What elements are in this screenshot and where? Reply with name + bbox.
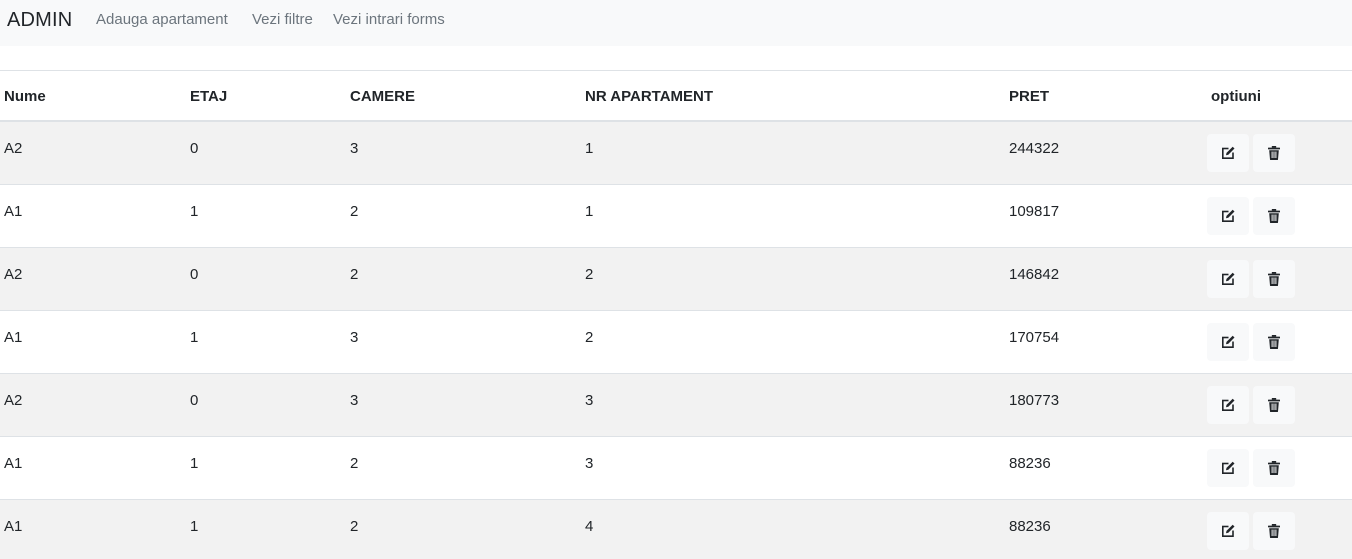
trash-icon xyxy=(1266,334,1282,350)
cell-name: A2 xyxy=(4,391,23,409)
table-body: A2 0 3 1 244322 A1 1 2 1 109817 A2 0 2 2 146842 A1 1 3 2 17… xyxy=(0,121,1352,559)
trash-icon xyxy=(1266,145,1282,161)
delete-button[interactable] xyxy=(1253,134,1295,172)
cell-name: A2 xyxy=(4,265,23,283)
cell-name: A1 xyxy=(4,328,23,346)
cell-rooms: 3 xyxy=(350,391,359,409)
edit-icon xyxy=(1220,523,1236,539)
nav-link-add-apartment[interactable]: Adauga apartament xyxy=(96,10,228,30)
cell-name: A1 xyxy=(4,454,23,472)
trash-icon xyxy=(1266,208,1282,224)
delete-button[interactable] xyxy=(1253,259,1295,298)
nav-link-view-form-entries[interactable]: Vezi intrari forms xyxy=(333,10,445,30)
cell-name: A1 xyxy=(4,517,23,535)
cell-options xyxy=(1207,310,1352,373)
navbar-brand[interactable]: ADMIN xyxy=(7,8,72,32)
nav-link-view-filters[interactable]: Vezi filtre xyxy=(252,10,313,30)
cell-floor: 1 xyxy=(190,454,199,472)
table-row: A2 0 3 1 244322 xyxy=(0,121,1352,184)
table-row: A1 1 2 3 88236 xyxy=(0,436,1352,499)
edit-icon xyxy=(1220,208,1236,224)
cell-apartment-number: 1 xyxy=(585,202,594,220)
cell-options xyxy=(1207,247,1352,310)
cell-floor: 1 xyxy=(190,517,199,535)
cell-rooms: 2 xyxy=(350,265,359,283)
edit-button[interactable] xyxy=(1207,448,1249,487)
column-header-options: optiuni xyxy=(1207,71,1352,122)
edit-button[interactable] xyxy=(1207,322,1249,361)
edit-icon xyxy=(1220,145,1236,161)
edit-button[interactable] xyxy=(1207,511,1249,550)
cell-price: 88236 xyxy=(1009,454,1051,472)
delete-button[interactable] xyxy=(1253,322,1295,361)
cell-floor: 0 xyxy=(190,391,199,409)
delete-button[interactable] xyxy=(1253,448,1295,487)
edit-icon xyxy=(1220,271,1236,287)
column-header-name: Nume xyxy=(0,71,186,122)
table-row: A2 0 3 3 180773 xyxy=(0,373,1352,436)
cell-apartment-number: 2 xyxy=(585,265,594,283)
edit-button[interactable] xyxy=(1207,259,1249,298)
top-navbar: ADMIN Adauga apartament Vezi filtre Vezi… xyxy=(0,0,1352,46)
table-row: A2 0 2 2 146842 xyxy=(0,247,1352,310)
cell-apartment-number: 2 xyxy=(585,328,594,346)
column-header-price: PRET xyxy=(1005,71,1207,122)
cell-floor: 1 xyxy=(190,328,199,346)
cell-options xyxy=(1207,373,1352,436)
cell-price: 170754 xyxy=(1009,328,1060,346)
column-header-apartment-number: NR APARTAMENT xyxy=(581,71,1005,122)
cell-price: 146842 xyxy=(1009,265,1060,283)
cell-apartment-number: 1 xyxy=(585,140,594,157)
cell-apartment-number: 4 xyxy=(585,517,594,535)
cell-options xyxy=(1207,184,1352,247)
delete-button[interactable] xyxy=(1253,385,1295,424)
cell-name: A2 xyxy=(4,140,23,157)
edit-icon xyxy=(1220,397,1236,413)
table-row: A1 1 2 1 109817 xyxy=(0,184,1352,247)
apartments-table-container: Nume ETAJ CAMERE NR APARTAMENT PRET opti… xyxy=(0,70,1352,559)
cell-rooms: 3 xyxy=(350,328,359,346)
cell-rooms: 3 xyxy=(350,140,359,157)
cell-price: 88236 xyxy=(1009,517,1051,535)
cell-floor: 0 xyxy=(190,140,199,157)
cell-floor: 1 xyxy=(190,202,199,220)
delete-button[interactable] xyxy=(1253,511,1295,550)
table-row: A1 1 2 4 88236 xyxy=(0,499,1352,559)
cell-price: 180773 xyxy=(1009,391,1060,409)
cell-price: 244322 xyxy=(1009,140,1060,157)
cell-price: 109817 xyxy=(1009,202,1060,220)
cell-rooms: 2 xyxy=(350,454,359,472)
trash-icon xyxy=(1266,523,1282,539)
column-header-floor: ETAJ xyxy=(186,71,346,122)
trash-icon xyxy=(1266,460,1282,476)
cell-apartment-number: 3 xyxy=(585,391,594,409)
cell-options xyxy=(1207,436,1352,499)
cell-options xyxy=(1207,499,1352,559)
cell-rooms: 2 xyxy=(350,517,359,535)
delete-button[interactable] xyxy=(1253,196,1295,235)
column-header-rooms: CAMERE xyxy=(346,71,581,122)
trash-icon xyxy=(1266,397,1282,413)
table-row: A1 1 3 2 170754 xyxy=(0,310,1352,373)
table-header-row: Nume ETAJ CAMERE NR APARTAMENT PRET opti… xyxy=(0,71,1352,122)
edit-button[interactable] xyxy=(1207,196,1249,235)
cell-floor: 0 xyxy=(190,265,199,283)
cell-apartment-number: 3 xyxy=(585,454,594,472)
apartments-table: Nume ETAJ CAMERE NR APARTAMENT PRET opti… xyxy=(0,71,1352,559)
edit-icon xyxy=(1220,334,1236,350)
edit-button[interactable] xyxy=(1207,385,1249,424)
cell-rooms: 2 xyxy=(350,202,359,220)
trash-icon xyxy=(1266,271,1282,287)
edit-icon xyxy=(1220,460,1236,476)
cell-name: A1 xyxy=(4,202,23,220)
edit-button[interactable] xyxy=(1207,134,1249,172)
cell-options xyxy=(1207,121,1352,184)
